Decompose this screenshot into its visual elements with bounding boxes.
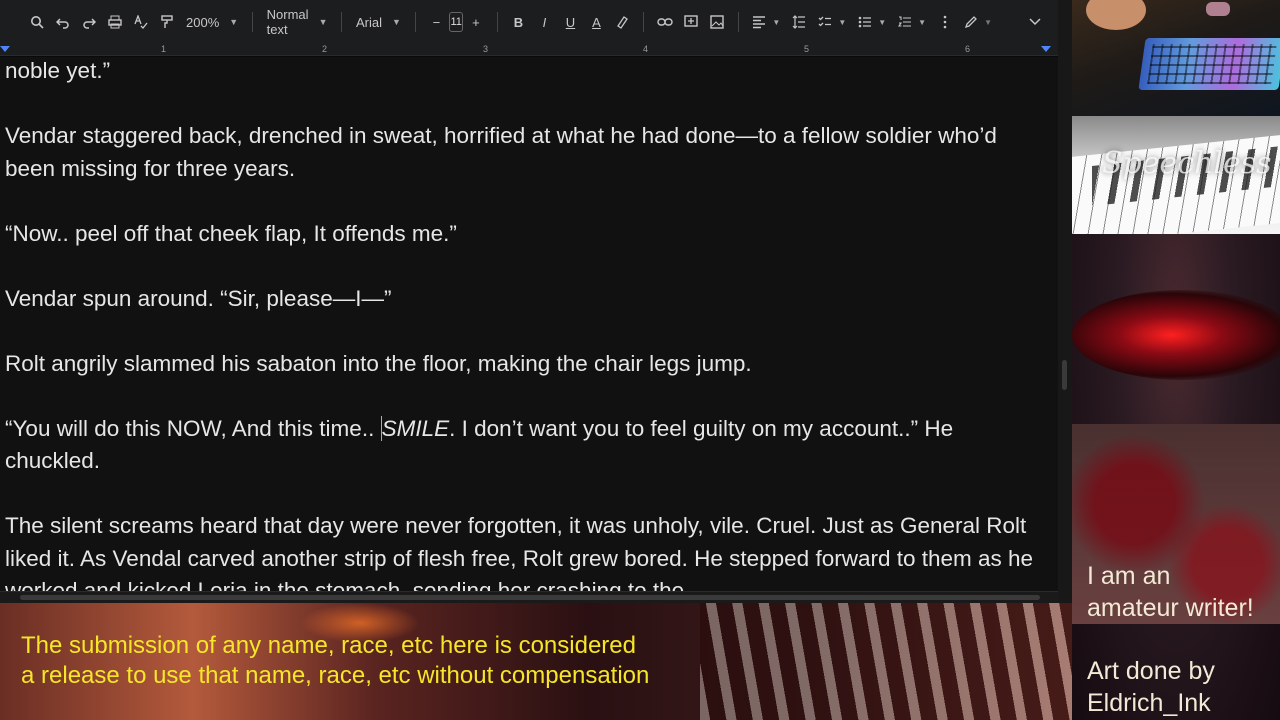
paragraph[interactable]: The silent screams heard that day were n… bbox=[5, 510, 1050, 591]
horizontal-scrollbar[interactable] bbox=[0, 591, 1058, 603]
paragraph[interactable]: Vendar spun around. “Sir, please—I—” bbox=[5, 283, 1050, 316]
side-text-line: Eldrich_Ink bbox=[1087, 689, 1211, 717]
disclaimer-line: The submission of any name, race, etc he… bbox=[21, 632, 636, 659]
decrease-font-size-button[interactable]: − bbox=[423, 9, 449, 35]
ruler[interactable]: 1 2 3 4 5 6 bbox=[0, 44, 1058, 56]
text-color-button[interactable]: A bbox=[583, 9, 609, 35]
artwork-panel: I am an amateur writer! Art done by Eldr… bbox=[1072, 234, 1280, 720]
ruler-tick: 1 bbox=[161, 44, 167, 54]
vertical-scrollbar[interactable] bbox=[1058, 0, 1072, 603]
checklist-icon[interactable] bbox=[812, 9, 838, 35]
highlight-icon[interactable] bbox=[609, 9, 635, 35]
chevron-down-icon: ▼ bbox=[318, 17, 328, 27]
side-text-line: Art done by bbox=[1087, 657, 1215, 685]
side-text-line: amateur writer! bbox=[1087, 594, 1254, 622]
redo-icon[interactable] bbox=[76, 9, 102, 35]
paint-format-icon[interactable] bbox=[154, 9, 180, 35]
search-icon[interactable] bbox=[24, 9, 50, 35]
chevron-down-icon: ▼ bbox=[918, 17, 927, 27]
print-icon[interactable] bbox=[102, 9, 128, 35]
paragraph[interactable]: “Now.. peel off that cheek flap, It offe… bbox=[5, 218, 1050, 251]
bullet-list-icon[interactable] bbox=[852, 9, 878, 35]
image-icon[interactable] bbox=[704, 9, 730, 35]
editor-toolbar: 200% ▼ Normal text ▼ Arial ▼ − 11 + B I … bbox=[0, 0, 1058, 44]
zoom-value: 200% bbox=[186, 14, 220, 30]
side-text-line: I am an bbox=[1087, 562, 1171, 590]
paragraph[interactable]: noble yet.” bbox=[5, 57, 1050, 88]
left-indent-marker[interactable] bbox=[0, 46, 10, 52]
music-overlay: Speechless bbox=[1072, 116, 1280, 234]
font-size-input[interactable]: 11 bbox=[449, 12, 463, 32]
more-icon[interactable] bbox=[932, 9, 958, 35]
chevron-down-icon: ▼ bbox=[984, 17, 993, 27]
red-eye-art bbox=[1072, 290, 1280, 380]
webcam-feed bbox=[1072, 0, 1280, 116]
increase-font-size-button[interactable]: + bbox=[463, 9, 489, 35]
right-indent-marker[interactable] bbox=[1041, 46, 1051, 52]
paragraph-text: “You will do this NOW, And this time.. bbox=[5, 415, 381, 441]
keyboard-keys-image bbox=[1147, 44, 1277, 84]
mouse-image bbox=[1206, 2, 1230, 16]
undo-icon[interactable] bbox=[50, 9, 76, 35]
zoom-dropdown[interactable]: 200% ▼ bbox=[180, 9, 244, 35]
font-value: Arial bbox=[355, 14, 382, 30]
ruler-tick: 2 bbox=[322, 44, 328, 54]
line-spacing-icon[interactable] bbox=[786, 9, 812, 35]
document-canvas[interactable]: noble yet.” Vendar staggered back, drenc… bbox=[0, 57, 1058, 591]
paragraph[interactable]: “You will do this NOW, And this time.. S… bbox=[5, 413, 1050, 478]
bold-button[interactable]: B bbox=[505, 9, 531, 35]
stream-banner: The submission of any name, race, etc he… bbox=[0, 603, 1072, 720]
comment-icon[interactable] bbox=[678, 9, 704, 35]
style-dropdown[interactable]: Normal text ▼ bbox=[261, 7, 334, 37]
document-body[interactable]: noble yet.” Vendar staggered back, drenc… bbox=[5, 57, 1050, 591]
disclaimer-line: a release to use that name, race, etc wi… bbox=[21, 662, 650, 689]
chevron-down-icon: ▼ bbox=[772, 17, 781, 27]
numbered-list-icon[interactable] bbox=[892, 9, 918, 35]
ruler-tick: 6 bbox=[965, 44, 971, 54]
edit-mode-icon[interactable] bbox=[958, 9, 984, 35]
spellcheck-icon[interactable] bbox=[128, 9, 154, 35]
paragraph[interactable]: Rolt angrily slammed his sabaton into th… bbox=[5, 348, 1050, 381]
italic-button[interactable]: I bbox=[531, 9, 557, 35]
disclaimer-text: The submission of any name, race, etc he… bbox=[21, 631, 649, 691]
ruler-tick: 5 bbox=[804, 44, 810, 54]
ruler-tick: 4 bbox=[643, 44, 649, 54]
chevron-down-icon: ▼ bbox=[838, 17, 847, 27]
scrollbar-thumb[interactable] bbox=[20, 595, 1040, 600]
underline-button[interactable]: U bbox=[557, 9, 583, 35]
font-dropdown[interactable]: Arial ▼ bbox=[350, 9, 407, 35]
italic-text: SMILE bbox=[380, 415, 450, 441]
style-value: Normal text bbox=[266, 7, 309, 37]
link-icon[interactable] bbox=[652, 9, 678, 35]
paragraph[interactable]: Vendar staggered back, drenched in sweat… bbox=[5, 120, 1050, 185]
hand-image bbox=[1086, 0, 1146, 30]
collapse-icon[interactable] bbox=[1022, 9, 1048, 35]
scrollbar-thumb[interactable] bbox=[1062, 360, 1067, 390]
song-title: Speechless bbox=[1102, 146, 1272, 181]
chevron-down-icon: ▼ bbox=[878, 17, 887, 27]
ruler-tick: 3 bbox=[483, 44, 489, 54]
chevron-down-icon: ▼ bbox=[229, 17, 239, 27]
teeth-art bbox=[700, 603, 1072, 720]
chevron-down-icon: ▼ bbox=[391, 17, 401, 27]
align-icon[interactable] bbox=[746, 9, 772, 35]
